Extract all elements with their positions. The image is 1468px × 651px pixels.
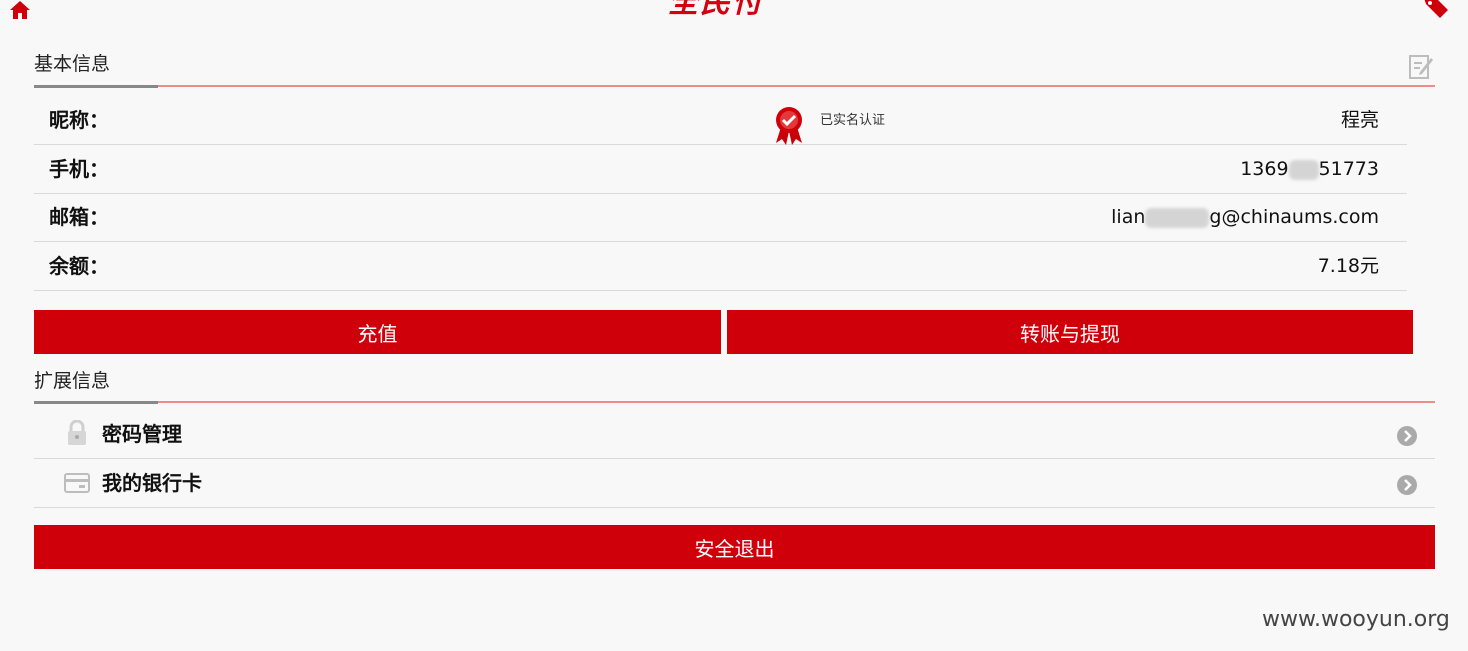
balance-row: 余额： 7.18元 xyxy=(34,242,1407,291)
recharge-button[interactable]: 充值 xyxy=(34,310,721,354)
email-label: 邮箱： xyxy=(49,205,109,229)
chevron-right-icon xyxy=(1397,426,1417,446)
email-value-mid: g xyxy=(1209,206,1222,228)
verified-text: 已实名认证 xyxy=(820,113,886,128)
section-divider xyxy=(158,85,1435,87)
verified-badge-icon xyxy=(776,107,802,145)
chevron-right-icon xyxy=(1397,475,1417,495)
extended-info-title: 扩展信息 xyxy=(34,370,111,392)
bank-card-icon xyxy=(64,473,90,493)
basic-info-title: 基本信息 xyxy=(34,53,111,75)
phone-value: 1369 51773 xyxy=(1240,145,1379,193)
edit-icon[interactable] xyxy=(1408,52,1434,80)
tag-icon[interactable] xyxy=(1420,0,1450,18)
email-value: lian g@chinaums.com xyxy=(1111,193,1379,241)
lock-icon xyxy=(68,420,86,445)
home-icon[interactable] xyxy=(6,0,34,20)
bank-card-item[interactable]: 我的银行卡 xyxy=(34,459,1435,508)
transfer-withdraw-button[interactable]: 转账与提现 xyxy=(727,310,1413,354)
email-value-start: lian xyxy=(1111,206,1146,228)
password-management-item[interactable]: 密码管理 xyxy=(34,410,1435,459)
email-row: 邮箱： lian g@chinaums.com xyxy=(34,193,1407,242)
section-divider xyxy=(158,401,1435,403)
redaction-mask xyxy=(1288,159,1319,180)
phone-value-end: 51773 xyxy=(1318,158,1379,180)
nickname-value: 程亮 xyxy=(1340,109,1379,131)
app-logo: 全民付 xyxy=(668,0,764,20)
password-management-label: 密码管理 xyxy=(102,422,182,446)
watermark-text: www.wooyun.org xyxy=(1262,607,1450,632)
email-value-end: @chinaums.com xyxy=(1221,206,1379,228)
balance-label: 余额： xyxy=(49,254,109,278)
balance-value: 7.18元 xyxy=(1317,255,1379,277)
logout-button[interactable]: 安全退出 xyxy=(34,525,1435,569)
nickname-label: 昵称： xyxy=(49,108,109,132)
phone-label: 手机： xyxy=(49,157,109,181)
bank-card-label: 我的银行卡 xyxy=(102,471,202,495)
phone-value-start: 1369 xyxy=(1240,158,1289,180)
phone-row: 手机： 1369 51773 xyxy=(34,145,1407,194)
section-underline xyxy=(34,401,158,404)
redaction-mask xyxy=(1145,207,1210,228)
section-underline xyxy=(34,85,158,88)
nickname-row: 昵称： 已实名认证 程亮 xyxy=(34,96,1407,145)
